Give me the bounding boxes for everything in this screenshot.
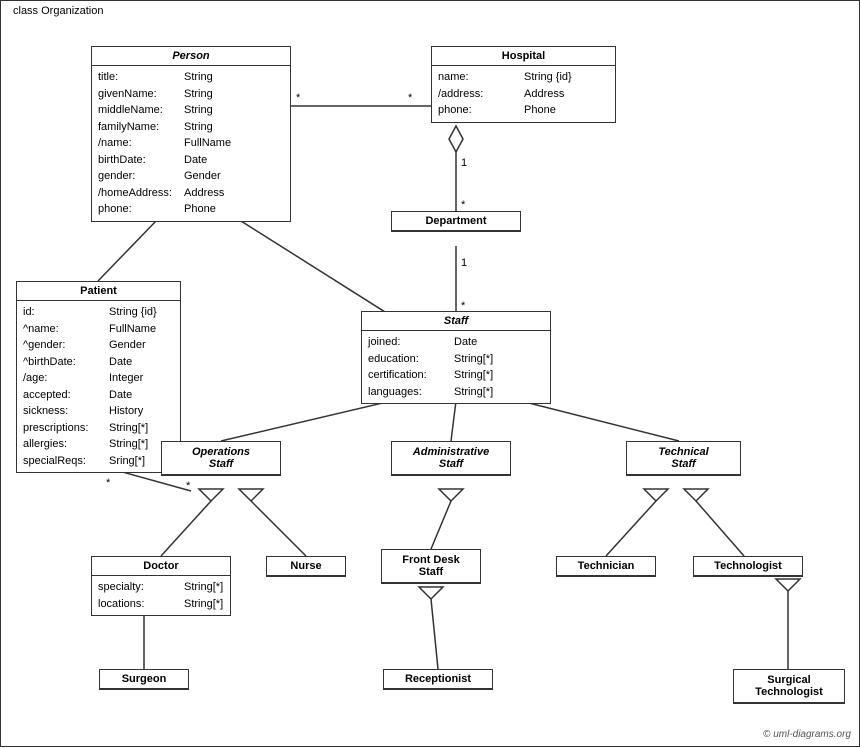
svg-text:*: * [186, 480, 191, 492]
surgical-technologist-class: SurgicalTechnologist [733, 669, 845, 704]
hospital-header: Hospital [432, 47, 615, 66]
diagram-container: class Organization * * 1 * 1 * * * [0, 0, 860, 747]
doctor-class: Doctor specialty:String[*] locations:Str… [91, 556, 231, 616]
svg-text:*: * [106, 477, 111, 489]
front-desk-staff-class: Front DeskStaff [381, 549, 481, 584]
svg-text:*: * [408, 92, 413, 104]
technician-class: Technician [556, 556, 656, 577]
doctor-body: specialty:String[*] locations:String[*] [92, 576, 230, 615]
surgeon-header: Surgeon [100, 670, 188, 689]
patient-header: Patient [17, 282, 180, 301]
hospital-body: name:String {id} /address:Address phone:… [432, 66, 615, 122]
patient-body: id:String {id} ^name:FullName ^gender:Ge… [17, 301, 180, 472]
nurse-class: Nurse [266, 556, 346, 577]
technician-header: Technician [557, 557, 655, 576]
surgeon-class: Surgeon [99, 669, 189, 690]
front-desk-staff-header: Front DeskStaff [382, 550, 480, 583]
person-body: title:String givenName:String middleName… [92, 66, 290, 221]
svg-text:*: * [296, 92, 301, 104]
staff-class: Staff joined:Date education:String[*] ce… [361, 311, 551, 404]
receptionist-header: Receptionist [384, 670, 492, 689]
patient-class: Patient id:String {id} ^name:FullName ^g… [16, 281, 181, 473]
administrative-staff-header: AdministrativeStaff [392, 442, 510, 475]
svg-text:1: 1 [461, 257, 467, 269]
person-class: Person title:String givenName:String mid… [91, 46, 291, 222]
staff-body: joined:Date education:String[*] certific… [362, 331, 550, 403]
diagram-title: class Organization [9, 5, 108, 17]
doctor-header: Doctor [92, 557, 230, 576]
operations-staff-class: OperationsStaff [161, 441, 281, 476]
nurse-header: Nurse [267, 557, 345, 576]
technologist-header: Technologist [694, 557, 802, 576]
person-header: Person [92, 47, 290, 66]
svg-text:1: 1 [461, 157, 467, 169]
technical-staff-header: TechnicalStaff [627, 442, 740, 475]
svg-text:*: * [461, 199, 466, 211]
staff-header: Staff [362, 312, 550, 331]
operations-staff-header: OperationsStaff [162, 442, 280, 475]
technologist-class: Technologist [693, 556, 803, 577]
department-class: Department [391, 211, 521, 232]
administrative-staff-class: AdministrativeStaff [391, 441, 511, 476]
copyright: © uml-diagrams.org [763, 729, 851, 740]
receptionist-class: Receptionist [383, 669, 493, 690]
hospital-class: Hospital name:String {id} /address:Addre… [431, 46, 616, 123]
technical-staff-class: TechnicalStaff [626, 441, 741, 476]
surgical-technologist-header: SurgicalTechnologist [734, 670, 844, 703]
department-header: Department [392, 212, 520, 231]
